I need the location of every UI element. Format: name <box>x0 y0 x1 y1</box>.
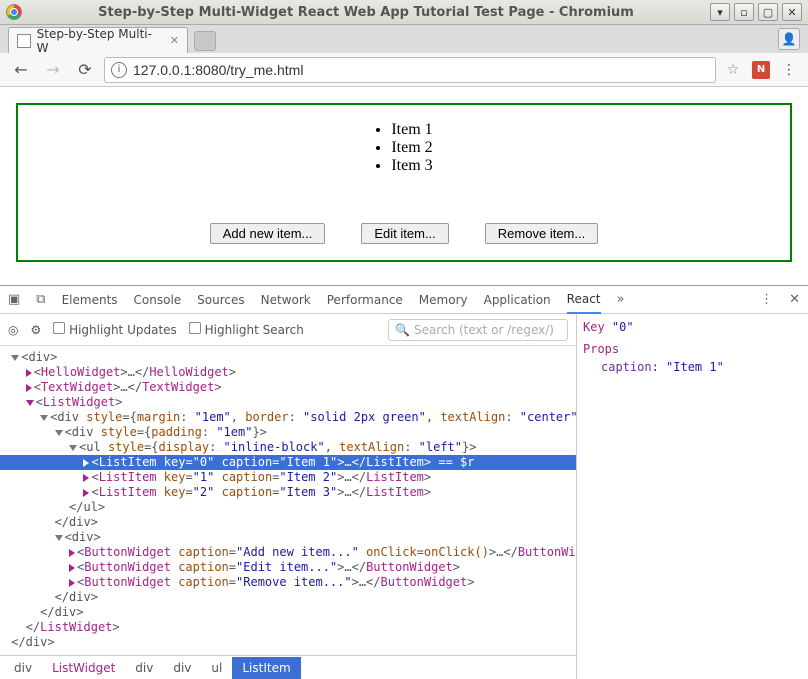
site-info-icon[interactable]: i <box>111 62 127 78</box>
react-side-panel: Key "0" Props caption: "Item 1" <box>576 314 808 679</box>
edit-item-button[interactable]: Edit item... <box>361 223 448 244</box>
more-tabs-icon[interactable]: » <box>617 292 625 307</box>
inspect-element-icon[interactable]: ▣ <box>8 292 20 307</box>
tab-sources[interactable]: Sources <box>197 287 244 313</box>
checkbox-icon <box>53 322 65 334</box>
selected-tree-node: <ListItem key="0" caption="Item 1">…</Li… <box>0 455 576 470</box>
extension-icon: N <box>752 61 770 79</box>
devtools-menu-icon[interactable]: ⋮ <box>760 292 773 307</box>
extension-button[interactable]: N <box>750 59 772 81</box>
device-toggle-icon[interactable]: ⧉ <box>36 292 45 307</box>
list-item: Item 2 <box>391 139 432 157</box>
checkbox-icon <box>189 322 201 334</box>
list-widget-container: Item 1 Item 2 Item 3 Add new item... Edi… <box>16 103 792 262</box>
back-button[interactable]: ← <box>8 57 34 83</box>
user-icon: 👤 <box>782 32 797 46</box>
react-controls: ◎ ⚙ Highlight Updates Highlight Search 🔍… <box>0 314 576 346</box>
close-tab-icon[interactable]: ✕ <box>170 34 179 47</box>
minimize-button[interactable]: ▾ <box>710 3 730 21</box>
devtools-close-icon[interactable]: ✕ <box>789 292 800 307</box>
devtools-tabbar: ▣ ⧉ Elements Console Sources Network Per… <box>0 286 808 314</box>
browser-toolbar: ← → ⟳ i 127.0.0.1:8080/try_me.html ☆ N ⋮ <box>0 53 808 87</box>
browser-tab[interactable]: Step-by-Step Multi-W ✕ <box>8 27 188 53</box>
address-bar[interactable]: i 127.0.0.1:8080/try_me.html <box>104 57 716 83</box>
page-content: Item 1 Item 2 Item 3 Add new item... Edi… <box>0 87 808 285</box>
reload-button[interactable]: ⟳ <box>72 57 98 83</box>
tab-react[interactable]: React <box>567 286 601 314</box>
close-window-button[interactable]: ✕ <box>782 3 802 21</box>
tab-memory[interactable]: Memory <box>419 287 468 313</box>
unmaximize-button[interactable]: ▫ <box>734 3 754 21</box>
window-controls: ▾ ▫ ▢ ✕ <box>710 3 802 21</box>
react-search-input[interactable]: 🔍 Search (text or /regex/) <box>388 319 568 341</box>
add-item-button[interactable]: Add new item... <box>210 223 326 244</box>
remove-item-button[interactable]: Remove item... <box>485 223 598 244</box>
inspect-react-icon[interactable]: ◎ <box>8 323 18 337</box>
chromium-icon <box>6 4 22 20</box>
settings-icon[interactable]: ⚙ <box>30 323 41 337</box>
browser-tabstrip: Step-by-Step Multi-W ✕ 👤 <box>0 25 808 53</box>
new-tab-button[interactable] <box>194 31 216 51</box>
browser-menu-button[interactable]: ⋮ <box>778 59 800 81</box>
tab-network[interactable]: Network <box>261 287 311 313</box>
react-breadcrumb[interactable]: div ListWidget div div ul ListItem <box>0 655 576 679</box>
tab-console[interactable]: Console <box>134 287 182 313</box>
tab-elements[interactable]: Elements <box>62 287 118 313</box>
forward-button[interactable]: → <box>40 57 66 83</box>
button-row: Add new item... Edit item... Remove item… <box>18 223 790 244</box>
profile-button[interactable]: 👤 <box>778 28 800 50</box>
favicon-icon <box>17 34 31 48</box>
tab-label: Step-by-Step Multi-W <box>37 27 160 55</box>
highlight-updates-toggle[interactable]: Highlight Updates <box>53 322 177 337</box>
window-titlebar: Step-by-Step Multi-Widget React Web App … <box>0 0 808 25</box>
maximize-button[interactable]: ▢ <box>758 3 778 21</box>
highlight-search-toggle[interactable]: Highlight Search <box>189 322 304 337</box>
url-text: 127.0.0.1:8080/try_me.html <box>133 62 303 78</box>
list-item: Item 3 <box>391 157 432 175</box>
devtools-panel: ▣ ⧉ Elements Console Sources Network Per… <box>0 285 808 679</box>
list-item: Item 1 <box>391 121 432 139</box>
tab-application[interactable]: Application <box>484 287 551 313</box>
item-list: Item 1 Item 2 Item 3 <box>375 121 432 175</box>
window-title: Step-by-Step Multi-Widget React Web App … <box>22 5 710 20</box>
react-component-tree[interactable]: <div> <HelloWidget>…</HelloWidget> <Text… <box>0 346 576 655</box>
tab-performance[interactable]: Performance <box>327 287 403 313</box>
bookmark-star-icon[interactable]: ☆ <box>722 59 744 81</box>
